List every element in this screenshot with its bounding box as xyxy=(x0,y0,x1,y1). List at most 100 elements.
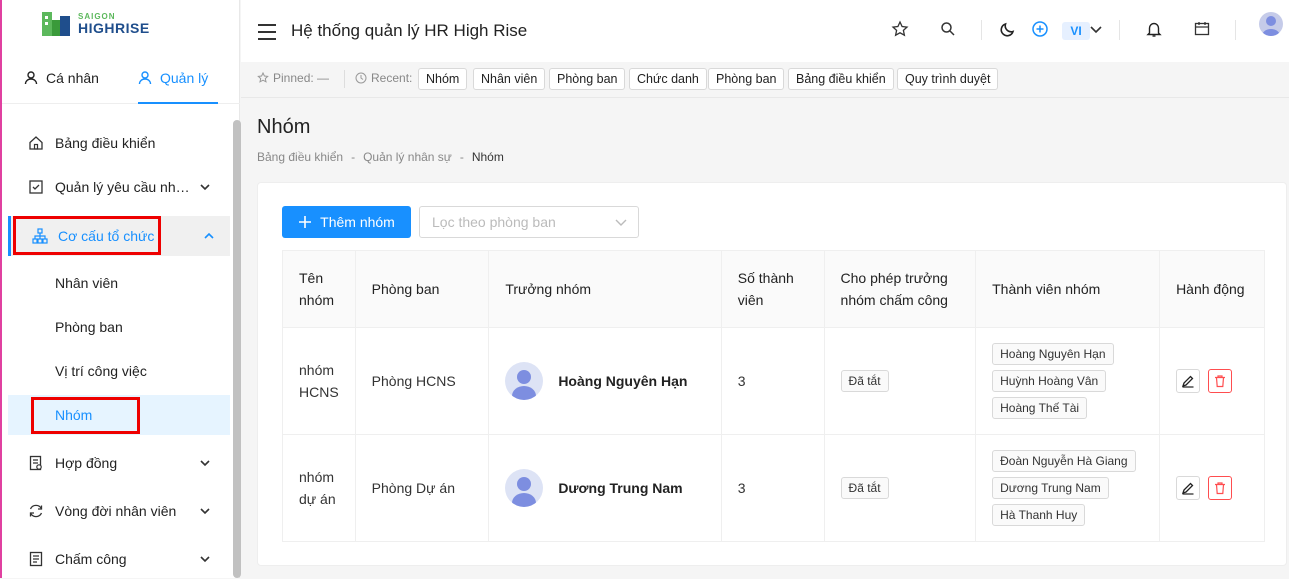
recent-chip[interactable]: Nhóm xyxy=(418,68,468,90)
members-cell: Đoàn Nguyễn Hà Giang Dương Trung Nam Hà … xyxy=(975,434,1161,542)
avatar[interactable] xyxy=(1259,12,1283,36)
sidebar-subitem-positions[interactable]: Vị trí công việc xyxy=(8,351,230,391)
status-badge: Đã tắt xyxy=(840,477,889,499)
member-count-cell: 3 xyxy=(720,327,825,435)
add-group-button[interactable]: Thêm nhóm xyxy=(282,206,411,238)
recent-label: Recent: xyxy=(371,71,413,85)
chevron-down-icon xyxy=(200,556,210,563)
sidebar-item-contracts[interactable]: Hợp đồng xyxy=(8,443,230,483)
chevron-down-icon[interactable] xyxy=(1089,22,1103,36)
leader-name: Hoàng Nguyên Hạn xyxy=(558,373,688,389)
sidebar-item-employee-lifecycle[interactable]: Vòng đời nhân viên xyxy=(8,491,230,531)
trash-icon xyxy=(1215,482,1226,495)
sidebar-subitem-label: Phòng ban xyxy=(55,319,123,335)
sidebar-subitem-departments[interactable]: Phòng ban xyxy=(8,307,230,347)
top-bar: Hệ thống quản lý HR High Rise VI xyxy=(241,0,1289,62)
checkbox-icon xyxy=(29,180,43,194)
tab-underline xyxy=(138,102,218,104)
sidebar-item-label: Hợp đồng xyxy=(55,455,118,471)
pinned-label: Pinned: — xyxy=(273,71,330,85)
recent-chip[interactable]: Phòng ban xyxy=(708,68,785,90)
department-filter-select[interactable]: Lọc theo phòng ban xyxy=(419,206,639,238)
column-header: Phòng ban xyxy=(354,250,490,328)
calendar-icon[interactable] xyxy=(1193,20,1211,38)
highlight-box xyxy=(31,397,140,434)
column-header: Thành viên nhóm xyxy=(975,250,1161,328)
member-tag: Dương Trung Nam xyxy=(992,477,1109,499)
user-avatar-icon xyxy=(1262,16,1280,36)
department-cell: Phòng Dự án xyxy=(354,434,490,542)
highlight-box xyxy=(13,216,161,255)
chevron-up-icon xyxy=(204,232,214,239)
group-name-cell: nhóm HCNS xyxy=(282,327,356,435)
recent-bar: Pinned: — Recent: Nhóm Nhân viên Phòng b… xyxy=(241,62,1289,98)
recent-chip[interactable]: Chức danh xyxy=(629,68,707,90)
filter-placeholder: Lọc theo phòng ban xyxy=(432,214,556,230)
menu-toggle-icon[interactable] xyxy=(258,24,276,40)
chevron-down-icon xyxy=(200,508,210,515)
breadcrumb-item[interactable]: Bảng điều khiển xyxy=(257,150,343,164)
recent-chip[interactable]: Nhân viên xyxy=(473,68,546,90)
recent-section: Recent: xyxy=(355,71,412,85)
sidebar-item-label: Quản lý yêu cầu nhân sự xyxy=(55,179,193,195)
group-name-cell: nhóm dự án xyxy=(282,434,356,542)
edit-button[interactable] xyxy=(1176,476,1201,500)
divider xyxy=(981,20,982,40)
star-icon[interactable] xyxy=(891,20,909,38)
column-header: Cho phép trưởng nhóm chấm công xyxy=(823,250,977,328)
divider xyxy=(1235,20,1236,40)
logo-line2: HIGHRISE xyxy=(78,20,150,36)
column-header: Trưởng nhóm xyxy=(488,250,722,328)
sidebar-subitem-employees[interactable]: Nhân viên xyxy=(8,263,230,303)
breadcrumb-separator: - xyxy=(459,150,464,164)
app-title: Hệ thống quản lý HR High Rise xyxy=(291,21,528,40)
sidebar-scrollbar[interactable] xyxy=(233,120,241,578)
column-header: Tên nhóm xyxy=(282,250,356,328)
breadcrumb-separator: - xyxy=(351,150,356,164)
sidebar-tabs: Cá nhân Quản lý xyxy=(2,60,240,104)
cycle-icon xyxy=(29,504,43,518)
tab-personal[interactable]: Cá nhân xyxy=(24,70,99,86)
recent-chip[interactable]: Quy trình duyệt xyxy=(897,68,999,90)
column-header: Số thành viên xyxy=(720,250,825,328)
plus-icon xyxy=(299,216,312,228)
member-tag: Đoàn Nguyễn Hà Giang xyxy=(992,450,1136,472)
member-tag: Huỳnh Hoàng Vân xyxy=(992,370,1107,392)
leader-name: Dương Trung Nam xyxy=(558,480,683,496)
breadcrumb-item[interactable]: Quản lý nhân sự xyxy=(363,150,452,164)
star-icon xyxy=(257,72,269,83)
members-cell: Hoàng Nguyên Hạn Huỳnh Hoàng Vân Hoàng T… xyxy=(975,327,1161,435)
search-icon[interactable] xyxy=(939,20,957,38)
trash-icon xyxy=(1215,375,1226,388)
tab-personal-label: Cá nhân xyxy=(46,70,99,86)
tab-manage[interactable]: Quản lý xyxy=(138,70,208,86)
sidebar-item-dashboard[interactable]: Bảng điều khiển xyxy=(8,123,230,163)
leader-cell: Dương Trung Nam xyxy=(488,434,722,542)
status-badge: Đã tắt xyxy=(840,370,889,392)
edit-button[interactable] xyxy=(1176,369,1201,393)
chevron-down-icon xyxy=(615,219,627,226)
bell-icon[interactable] xyxy=(1145,20,1163,38)
moon-icon[interactable] xyxy=(999,20,1017,38)
pencil-icon xyxy=(1182,482,1194,495)
sidebar-item-timesheet[interactable]: Chấm công xyxy=(8,539,230,579)
column-header: Hành động xyxy=(1159,250,1265,328)
recent-chip[interactable]: Phòng ban xyxy=(549,68,626,90)
language-selector[interactable]: VI xyxy=(1062,22,1090,40)
delete-button[interactable] xyxy=(1208,369,1233,393)
user-icon xyxy=(24,71,38,85)
recent-chip[interactable]: Bảng điều khiển xyxy=(788,68,894,90)
delete-button[interactable] xyxy=(1208,476,1233,500)
allow-timesheet-cell: Đã tắt xyxy=(823,327,977,435)
avatar xyxy=(505,362,544,400)
sidebar: SAIGON HIGHRISE Cá nhân Quản lý Bảng điề… xyxy=(0,0,241,579)
actions-cell xyxy=(1159,327,1265,435)
leader-cell: Hoàng Nguyên Hạn xyxy=(488,327,722,435)
page-title: Nhóm xyxy=(257,116,311,138)
sidebar-subitem-label: Nhân viên xyxy=(55,275,119,291)
logo-icon xyxy=(42,12,70,36)
sidebar-item-hr-requests[interactable]: Quản lý yêu cầu nhân sự xyxy=(8,167,230,207)
groups-table: Tên nhóm Phòng ban Trưởng nhóm Số thành … xyxy=(282,250,1265,542)
chevron-down-icon xyxy=(200,460,210,467)
add-circle-icon[interactable] xyxy=(1031,20,1049,38)
